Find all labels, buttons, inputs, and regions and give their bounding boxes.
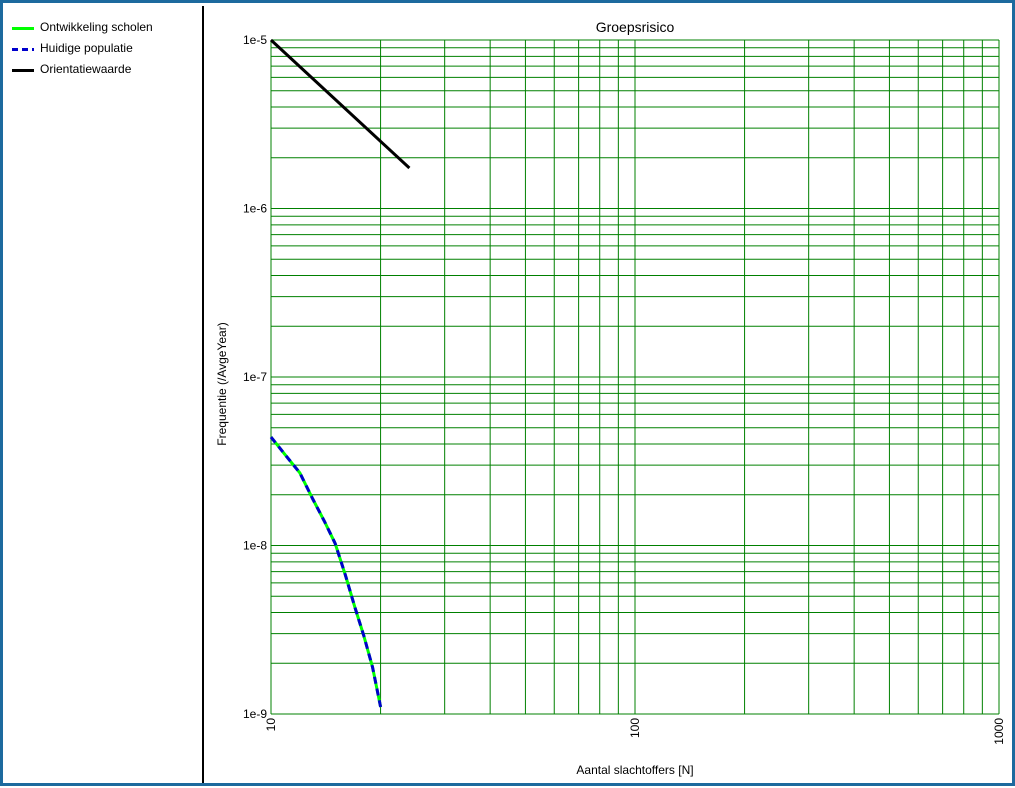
chart-title: Groepsrisico (596, 19, 675, 35)
y-axis-label: Frequentie (/AvgeYear) (215, 322, 229, 445)
chart-area: Groepsrisico 1e-9 1e-8 1e-7 1e-6 1e-5 10 100 10… (206, 6, 1015, 783)
y-tick-label: 1e-5 (243, 33, 267, 47)
y-tick-label: 1e-8 (243, 539, 267, 553)
y-tick-label: 1e-7 (243, 370, 267, 384)
legend-label: Huidige populatie (40, 41, 133, 55)
legend-label: Ontwikkeling scholen (40, 20, 153, 34)
legend-swatch-solid-black (12, 69, 34, 72)
legend-swatch-solid-green (12, 27, 34, 30)
tick-labels: 1e-91e-81e-71e-61e-510 100 1000 (243, 33, 1006, 745)
x-axis-label: Aantal slachtoffers [N] (576, 763, 693, 777)
x-tick-label: 10 (264, 718, 278, 732)
fn-curve-chart: Groepsrisico 1e-91e-81e-71e-61e-510 100 10… (215, 19, 1006, 777)
legend-panel: Ontwikkeling scholen Huidige populatie O… (6, 6, 204, 783)
legend-swatch-dashed-blue (12, 48, 34, 51)
y-tick-label: 1e-6 (243, 202, 267, 216)
window-frame: Ontwikkeling scholen Huidige populatie O… (0, 0, 1015, 786)
x-tick-label: 100 (628, 718, 642, 738)
legend-label: Orientatiewaarde (40, 62, 132, 76)
series-lines (269, 38, 411, 708)
x-tick-label: 1000 (992, 718, 1006, 745)
series-line-orientatiewaarde (269, 38, 411, 170)
